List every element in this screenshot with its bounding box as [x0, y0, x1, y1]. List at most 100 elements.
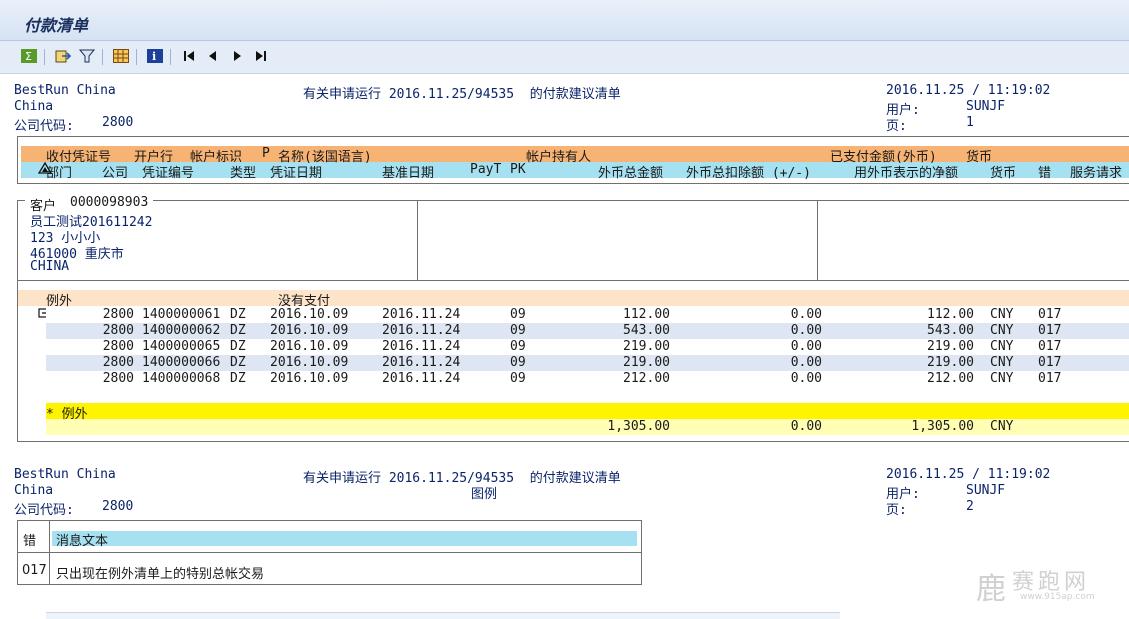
watermark: 鹿 赛跑网 www.915ap.com: [976, 562, 1116, 610]
cell-deduct: 0.00: [790, 371, 822, 386]
cell-err: 017: [1038, 355, 1062, 370]
cell-company: 2800: [102, 339, 134, 354]
cell-net: 543.00: [927, 323, 974, 338]
divider: [18, 552, 641, 553]
cell-net: 219.00: [927, 339, 974, 354]
cell-type: DZ: [230, 355, 246, 370]
export-icon[interactable]: [54, 48, 72, 64]
col-error: 错: [1038, 166, 1052, 181]
total-currency: CNY: [990, 419, 1014, 434]
report-title: 有关申请运行 2016.11.25/94535 的付款建议清单: [303, 87, 621, 102]
cell-company: 2800: [102, 323, 134, 338]
cell-cur: CNY: [990, 355, 1014, 370]
cell-gross: 543.00: [623, 323, 670, 338]
cell-cur: CNY: [990, 371, 1014, 386]
report-datetime: 2016.11.25 / 11:19:02: [886, 467, 1051, 482]
cell-net: 212.00: [927, 371, 974, 386]
exception-group-header: [18, 290, 1129, 306]
cell-cur: CNY: [990, 307, 1014, 322]
window-title: 付款清单: [24, 16, 89, 35]
col-doc-number: 凭证编号: [142, 166, 195, 181]
cell-doc: 1400000068: [142, 371, 221, 386]
page-label: 页:: [886, 119, 907, 134]
cell-doc: 1400000066: [142, 355, 221, 370]
report-datetime: 2016.11.25 / 11:19:02: [886, 83, 1051, 98]
company-name: BestRun China: [14, 83, 116, 98]
col-account-holder: 帐户持有人: [526, 150, 592, 165]
col-currency-1: 货币: [966, 150, 993, 165]
page-value: 1: [966, 115, 974, 130]
cell-base-date: 2016.11.24: [382, 307, 461, 322]
legend-title: 图例: [471, 487, 498, 502]
toolbar-separator: [170, 49, 171, 65]
last-page-icon[interactable]: [252, 48, 270, 64]
col-pk: PK: [510, 162, 526, 177]
prev-page-icon[interactable]: [204, 48, 222, 64]
next-page-icon[interactable]: [228, 48, 246, 64]
col-type: 类型: [230, 166, 257, 181]
toolbar: Σ i: [0, 41, 1129, 74]
title-bar: 付款清单: [0, 0, 1129, 41]
toolbar-separator: [136, 49, 137, 65]
cell-doc-date: 2016.10.09: [270, 339, 349, 354]
svg-text:i: i: [152, 50, 156, 63]
col-p: P: [262, 146, 270, 161]
sum-icon[interactable]: Σ: [20, 48, 38, 64]
cell-gross: 219.00: [623, 355, 670, 370]
legend-header-band: [52, 531, 637, 546]
legend-code: 017: [22, 563, 47, 578]
cell-err: 017: [1038, 339, 1062, 354]
cell-net: 219.00: [927, 355, 974, 370]
cell-err: 017: [1038, 323, 1062, 338]
info-icon[interactable]: i: [146, 48, 164, 64]
col-gross: 外币总金额: [598, 166, 664, 181]
col-service-request: 服务请求: [1070, 166, 1123, 181]
company-code-label: 公司代码:: [14, 503, 74, 518]
company-code: 2800: [102, 115, 134, 130]
cell-err: 017: [1038, 371, 1062, 386]
page-value: 2: [966, 499, 974, 514]
cell-deduct: 0.00: [790, 355, 822, 370]
company-name: BestRun China: [14, 467, 116, 482]
svg-text:Σ: Σ: [25, 50, 32, 63]
cell-base-date: 2016.11.24: [382, 371, 461, 386]
legend-text: 只出现在例外清单上的特别总帐交易: [56, 567, 265, 582]
layout-grid-icon[interactable]: [112, 48, 130, 64]
cell-type: DZ: [230, 307, 246, 322]
cell-doc: 1400000062: [142, 323, 221, 338]
col-base-date: 基准日期: [382, 166, 435, 181]
user-value: SUNJF: [966, 483, 1006, 498]
col-net: 用外币表示的净额: [854, 166, 959, 181]
watermark-url: www.915ap.com: [1020, 592, 1095, 602]
cell-doc-date: 2016.10.09: [270, 323, 349, 338]
cell-doc: 1400000065: [142, 339, 221, 354]
cell-type: DZ: [230, 371, 246, 386]
col-currency-2: 货币: [990, 166, 1017, 181]
legend-col-error: 错: [23, 534, 37, 549]
cell-doc-date: 2016.10.09: [270, 355, 349, 370]
divider: [417, 200, 418, 280]
customer-id: 0000098903: [70, 195, 149, 210]
cell-doc-date: 2016.10.09: [270, 371, 349, 386]
divider: [18, 280, 1129, 281]
cell-company: 2800: [102, 355, 134, 370]
cell-deduct: 0.00: [790, 307, 822, 322]
filter-icon[interactable]: [78, 48, 96, 64]
cell-company: 2800: [102, 307, 134, 322]
company-code-label: 公司代码:: [14, 119, 74, 134]
cell-cur: CNY: [990, 323, 1014, 338]
customer-country: CHINA: [30, 259, 70, 274]
cell-company: 2800: [102, 371, 134, 386]
total-net: 1,305.00: [911, 419, 974, 434]
cell-doc: 1400000061: [142, 307, 221, 322]
toolbar-separator: [102, 49, 103, 65]
cell-base-date: 2016.11.24: [382, 339, 461, 354]
col-company: 公司: [102, 166, 129, 181]
cell-type: DZ: [230, 339, 246, 354]
toolbar-separator: [44, 49, 45, 65]
cell-deduct: 0.00: [790, 339, 822, 354]
cell-cur: CNY: [990, 339, 1014, 354]
watermark-logo-icon: 鹿: [976, 572, 1006, 607]
cell-gross: 212.00: [623, 371, 670, 386]
first-page-icon[interactable]: [180, 48, 198, 64]
